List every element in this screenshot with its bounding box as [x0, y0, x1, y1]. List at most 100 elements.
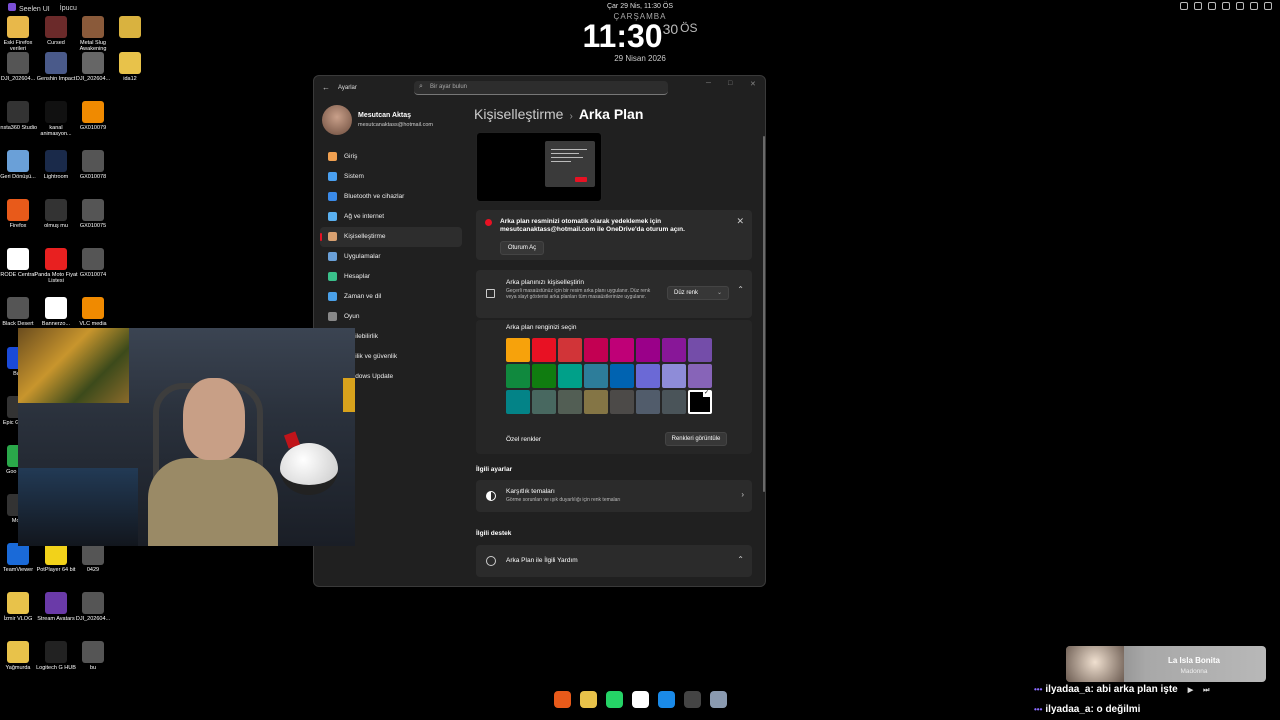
nav-item[interactable]: Kişiselleştirme [320, 227, 462, 247]
color-swatch[interactable] [532, 364, 556, 388]
color-swatch[interactable] [558, 390, 582, 414]
settings-search-input[interactable]: ⌕ Bir ayar bulun [414, 81, 668, 95]
nav-item-label: Giriş [344, 153, 358, 160]
desktop-icon[interactable]: GX010079 [71, 101, 115, 131]
person-body [148, 458, 278, 546]
nav-item-icon [328, 272, 337, 281]
color-swatch[interactable] [662, 390, 686, 414]
close-icon[interactable]: ✕ [736, 216, 744, 227]
desktop-icon-label: DJI_202604... [75, 616, 111, 622]
desktop-icon-image [45, 16, 67, 38]
store-icon[interactable] [657, 690, 675, 708]
next-track-icon[interactable]: ⏭ [1203, 687, 1209, 694]
play-icon[interactable]: ▶ [1188, 687, 1193, 694]
nav-item[interactable]: Giriş [320, 147, 462, 167]
desktop-icon[interactable] [108, 16, 152, 40]
obs-icon[interactable] [683, 690, 701, 708]
seelen-menu[interactable]: Seelen UI [8, 3, 50, 13]
color-swatch[interactable] [506, 338, 530, 362]
tip-label[interactable]: İpucu [60, 5, 77, 12]
tray-icon-7[interactable] [1264, 2, 1272, 10]
help-title: Arka Plan ile İlgili Yardım [506, 557, 578, 564]
chevron-up-icon[interactable]: ⌃ [737, 285, 744, 294]
view-colors-button[interactable]: Renkleri görüntüle [665, 432, 727, 446]
color-swatch[interactable] [532, 390, 556, 414]
whatsapp-icon[interactable] [605, 690, 623, 708]
color-swatch[interactable] [688, 338, 712, 362]
color-picker-panel: Arka plan renginizi seçin Özel renkler R… [476, 320, 752, 454]
clock-widget: ÇARŞAMBA 11:3030 ÖS 29 Nisan 2026 [560, 12, 720, 63]
nav-item[interactable]: Zaman ve dil [320, 287, 462, 307]
profile-card[interactable]: Mesutcan Aktaş mesutcanaktass@hotmail.co… [322, 105, 462, 135]
tray-icon-3[interactable] [1208, 2, 1216, 10]
topbar-datetime[interactable]: Çar 29 Nis, 11:30 ÖS [600, 3, 680, 10]
maximize-button[interactable]: □ [728, 80, 732, 87]
firefox-icon[interactable] [553, 690, 571, 708]
color-swatch[interactable] [662, 364, 686, 388]
breadcrumb-parent[interactable]: Kişiselleştirme [474, 106, 563, 122]
tray-icon-6[interactable] [1250, 2, 1258, 10]
chat-user: ilyadaa_a [1045, 704, 1091, 715]
color-swatch[interactable] [532, 338, 556, 362]
desktop-icon[interactable]: 0429 [71, 543, 115, 573]
nav-item[interactable]: Hesaplar [320, 267, 462, 287]
contrast-title: Karşıtlık temaları [506, 488, 555, 495]
desktop-icon[interactable]: ida12 [108, 52, 152, 82]
color-swatch[interactable] [584, 338, 608, 362]
clock-seconds: 30 [662, 21, 679, 37]
contrast-themes-link[interactable]: Karşıtlık temaları Görme sorunları ve ış… [476, 480, 752, 512]
color-swatch[interactable] [506, 390, 530, 414]
desktop-icon-label: Metal Slug Awakening [79, 40, 107, 52]
minimize-button[interactable]: ─ [706, 80, 711, 87]
tray-icon-5[interactable] [1236, 2, 1244, 10]
capcut-icon[interactable] [631, 690, 649, 708]
color-swatch[interactable] [688, 364, 712, 388]
folder-icon[interactable] [579, 690, 597, 708]
color-swatch[interactable] [506, 364, 530, 388]
color-swatch-grid [506, 338, 722, 414]
song-artist: Madonna [1180, 668, 1208, 675]
color-swatch[interactable] [610, 364, 634, 388]
tray-icon-1[interactable] [1180, 2, 1188, 10]
nav-item[interactable]: Oyun [320, 307, 462, 327]
breadcrumb-separator: › [569, 111, 573, 122]
desktop-icon-image [82, 543, 104, 565]
color-swatch[interactable] [662, 338, 686, 362]
color-swatch[interactable] [610, 338, 634, 362]
content-scrollbar[interactable] [763, 136, 765, 492]
settings-icon[interactable] [709, 690, 727, 708]
nav-item[interactable]: Ağ ve internet [320, 207, 462, 227]
color-swatch[interactable] [636, 338, 660, 362]
color-swatch[interactable] [636, 390, 660, 414]
color-swatch[interactable] [558, 364, 582, 388]
nav-item[interactable]: Uygulamalar [320, 247, 462, 267]
chat-message: ••• ilyadaa_a: abi arka plan işte ▶ ⏭ [1034, 684, 1210, 695]
sign-in-button[interactable]: Oturum Aç [500, 241, 544, 255]
backup-message: Arka plan resminizi otomatik olarak yede… [500, 218, 685, 233]
desktop-icon[interactable]: bu [71, 641, 115, 671]
desktop-icon[interactable]: GX010074 [71, 248, 115, 278]
desktop-icon[interactable]: GX010075 [71, 199, 115, 229]
color-swatch[interactable] [558, 338, 582, 362]
desktop-icon-image [45, 101, 67, 123]
color-swatch[interactable] [584, 364, 608, 388]
desktop-icon[interactable]: GX010078 [71, 150, 115, 180]
now-playing-widget[interactable]: La Isla Bonita Madonna [1066, 646, 1266, 682]
desktop-icon-image [119, 52, 141, 74]
color-swatch[interactable] [636, 364, 660, 388]
motorcycle-helmet [280, 443, 338, 495]
color-swatch[interactable] [610, 390, 634, 414]
color-swatch[interactable] [584, 390, 608, 414]
nav-item[interactable]: Bluetooth ve cihazlar [320, 187, 462, 207]
close-window-button[interactable]: ✕ [750, 80, 756, 88]
desktop-icon[interactable]: DJI_202604... [71, 592, 115, 622]
desktop-icon-image [82, 150, 104, 172]
tray-icon-4[interactable] [1222, 2, 1230, 10]
tray-icon-2[interactable] [1194, 2, 1202, 10]
nav-item[interactable]: Sistem [320, 167, 462, 187]
background-help-expander[interactable]: Arka Plan ile İlgili Yardım ⌃ [476, 545, 752, 577]
back-arrow-icon[interactable]: ← [322, 83, 330, 92]
desktop-icon[interactable]: VLC media [71, 297, 115, 327]
background-type-dropdown[interactable]: Düz renk ⌄ [667, 286, 729, 300]
color-swatch[interactable] [688, 390, 712, 414]
